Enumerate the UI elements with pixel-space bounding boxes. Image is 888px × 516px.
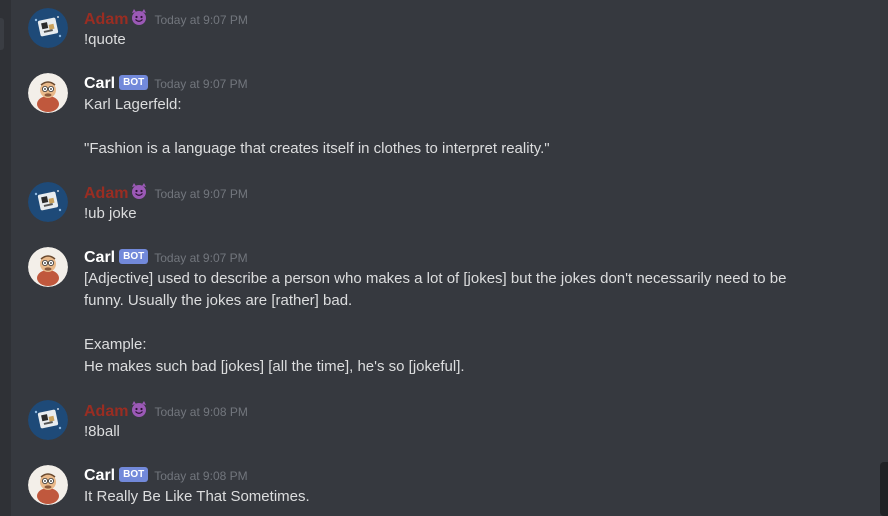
timestamp[interactable]: Today at 9:07 PM <box>154 251 247 265</box>
bot-tag: BOT <box>119 249 149 265</box>
username[interactable]: Carl <box>84 467 115 484</box>
username[interactable]: Carl <box>84 75 115 92</box>
timestamp[interactable]: Today at 9:07 PM <box>154 77 247 91</box>
message-content: [Adjective] used to describe a person wh… <box>84 270 787 375</box>
bot-tag: BOT <box>119 75 149 91</box>
avatar-carl[interactable] <box>28 247 68 287</box>
avatar-carl[interactable] <box>28 73 68 113</box>
username[interactable]: Adam <box>84 185 128 202</box>
message-item: Carl BOT Today at 9:07 PM [Adjective] used… <box>0 247 870 381</box>
message-item: Adam Today at 9:08 PM !8ball <box>0 400 870 450</box>
message-content: !quote <box>84 31 126 48</box>
scrollbar-thumb[interactable] <box>880 462 888 516</box>
message-item: Adam Today at 9:07 PM !ub joke <box>0 182 870 232</box>
message-header: Carl BOT Today at 9:07 PM <box>84 73 248 95</box>
timestamp[interactable]: Today at 9:07 PM <box>154 187 247 201</box>
smiling-imp-icon <box>130 400 148 423</box>
avatar-adam[interactable] <box>28 182 68 222</box>
timestamp[interactable]: Today at 9:08 PM <box>154 469 247 483</box>
message-header: Carl BOT Today at 9:07 PM <box>84 247 248 269</box>
timestamp[interactable]: Today at 9:07 PM <box>154 13 247 27</box>
message-header: Adam Today at 9:07 PM <box>84 182 248 204</box>
avatar-adam[interactable] <box>28 400 68 440</box>
message-header: Adam Today at 9:07 PM <box>84 8 248 30</box>
message-header: Adam Today at 9:08 PM <box>84 400 248 422</box>
avatar-adam[interactable] <box>28 8 68 48</box>
username[interactable]: Adam <box>84 403 128 420</box>
message-item: Carl BOT Today at 9:08 PM It Really Be Lik… <box>0 465 870 515</box>
message-item: Adam Today at 9:07 PM !quote <box>0 8 870 58</box>
bot-tag: BOT <box>119 467 149 483</box>
message-content: !ub joke <box>84 205 137 222</box>
smiling-imp-icon <box>130 8 148 31</box>
timestamp[interactable]: Today at 9:08 PM <box>154 405 247 419</box>
avatar-carl[interactable] <box>28 465 68 505</box>
username[interactable]: Adam <box>84 11 128 28</box>
message-content: Karl Lagerfeld: "Fashion is a language t… <box>84 96 550 157</box>
message-content: !8ball <box>84 423 120 440</box>
message-item: Carl BOT Today at 9:07 PM Karl Lagerfeld: … <box>0 73 870 163</box>
scrollbar-track[interactable] <box>880 0 888 516</box>
smiling-imp-icon <box>130 182 148 205</box>
message-content: It Really Be Like That Sometimes. <box>84 488 310 505</box>
message-header: Carl BOT Today at 9:08 PM <box>84 465 248 487</box>
username[interactable]: Carl <box>84 249 115 266</box>
